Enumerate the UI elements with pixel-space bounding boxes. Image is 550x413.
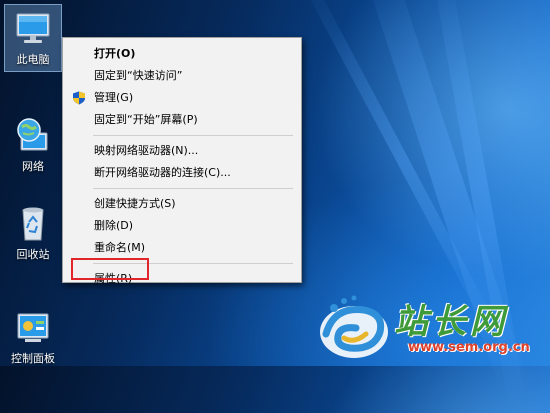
menu-item-pin-start[interactable]: 固定到“开始”屏幕(P) [63, 109, 301, 131]
menu-item-label: 删除(D) [94, 219, 134, 232]
desktop-icon-label: 网络 [22, 160, 44, 173]
menu-item-label: 固定到“快速访问” [94, 69, 183, 82]
menu-item-label: 打开(O) [94, 47, 136, 60]
menu-item-label: 管理(G) [94, 91, 134, 104]
menu-item-manage[interactable]: 管理(G) [63, 87, 301, 109]
menu-item-disconnect-drive[interactable]: 断开网络驱动器的连接(C)... [63, 162, 301, 184]
desktop-icon-label: 控制面板 [11, 352, 55, 365]
context-menu: 打开(O) 固定到“快速访问” 管理(G) 固定到“开始”屏幕(P) 映射网络驱… [62, 37, 302, 285]
menu-item-label: 重命名(M) [94, 241, 146, 254]
desktop-icon-recycle-bin[interactable]: 回收站 [4, 200, 62, 262]
desktop-icon-label: 此电脑 [16, 53, 50, 66]
network-globe-icon [13, 116, 53, 156]
watermark-swirl-logo [320, 295, 388, 358]
watermark: 站长网 www.sem.org.cn [312, 292, 544, 362]
control-panel-icon [13, 308, 53, 348]
uac-shield-icon [72, 91, 86, 105]
desktop-icon-control-panel[interactable]: 控制面板 [4, 304, 62, 366]
recycle-bin-icon [13, 204, 53, 244]
menu-item-create-shortcut[interactable]: 创建快捷方式(S) [63, 193, 301, 215]
desktop-icon-this-pc[interactable]: 此电脑 [4, 4, 62, 72]
menu-item-label: 断开网络驱动器的连接(C)... [94, 166, 231, 179]
desktop-icon-label: 回收站 [16, 248, 50, 261]
watermark-url: www.sem.org.cn [408, 340, 530, 355]
menu-separator [93, 135, 293, 136]
watermark-brand: 站长网 [394, 302, 508, 342]
menu-separator [93, 188, 293, 189]
menu-item-label: 创建快捷方式(S) [94, 197, 176, 210]
menu-item-rename[interactable]: 重命名(M) [63, 237, 301, 259]
menu-item-label: 映射网络驱动器(N)... [94, 144, 199, 157]
properties-highlight-box [71, 258, 149, 280]
menu-item-map-drive[interactable]: 映射网络驱动器(N)... [63, 140, 301, 162]
desktop-icon-network[interactable]: 网络 [4, 112, 62, 174]
menu-item-pin-quick-access[interactable]: 固定到“快速访问” [63, 65, 301, 87]
computer-icon [13, 9, 53, 49]
menu-item-delete[interactable]: 删除(D) [63, 215, 301, 237]
menu-item-label: 固定到“开始”屏幕(P) [94, 113, 198, 126]
menu-item-open[interactable]: 打开(O) [63, 43, 301, 65]
